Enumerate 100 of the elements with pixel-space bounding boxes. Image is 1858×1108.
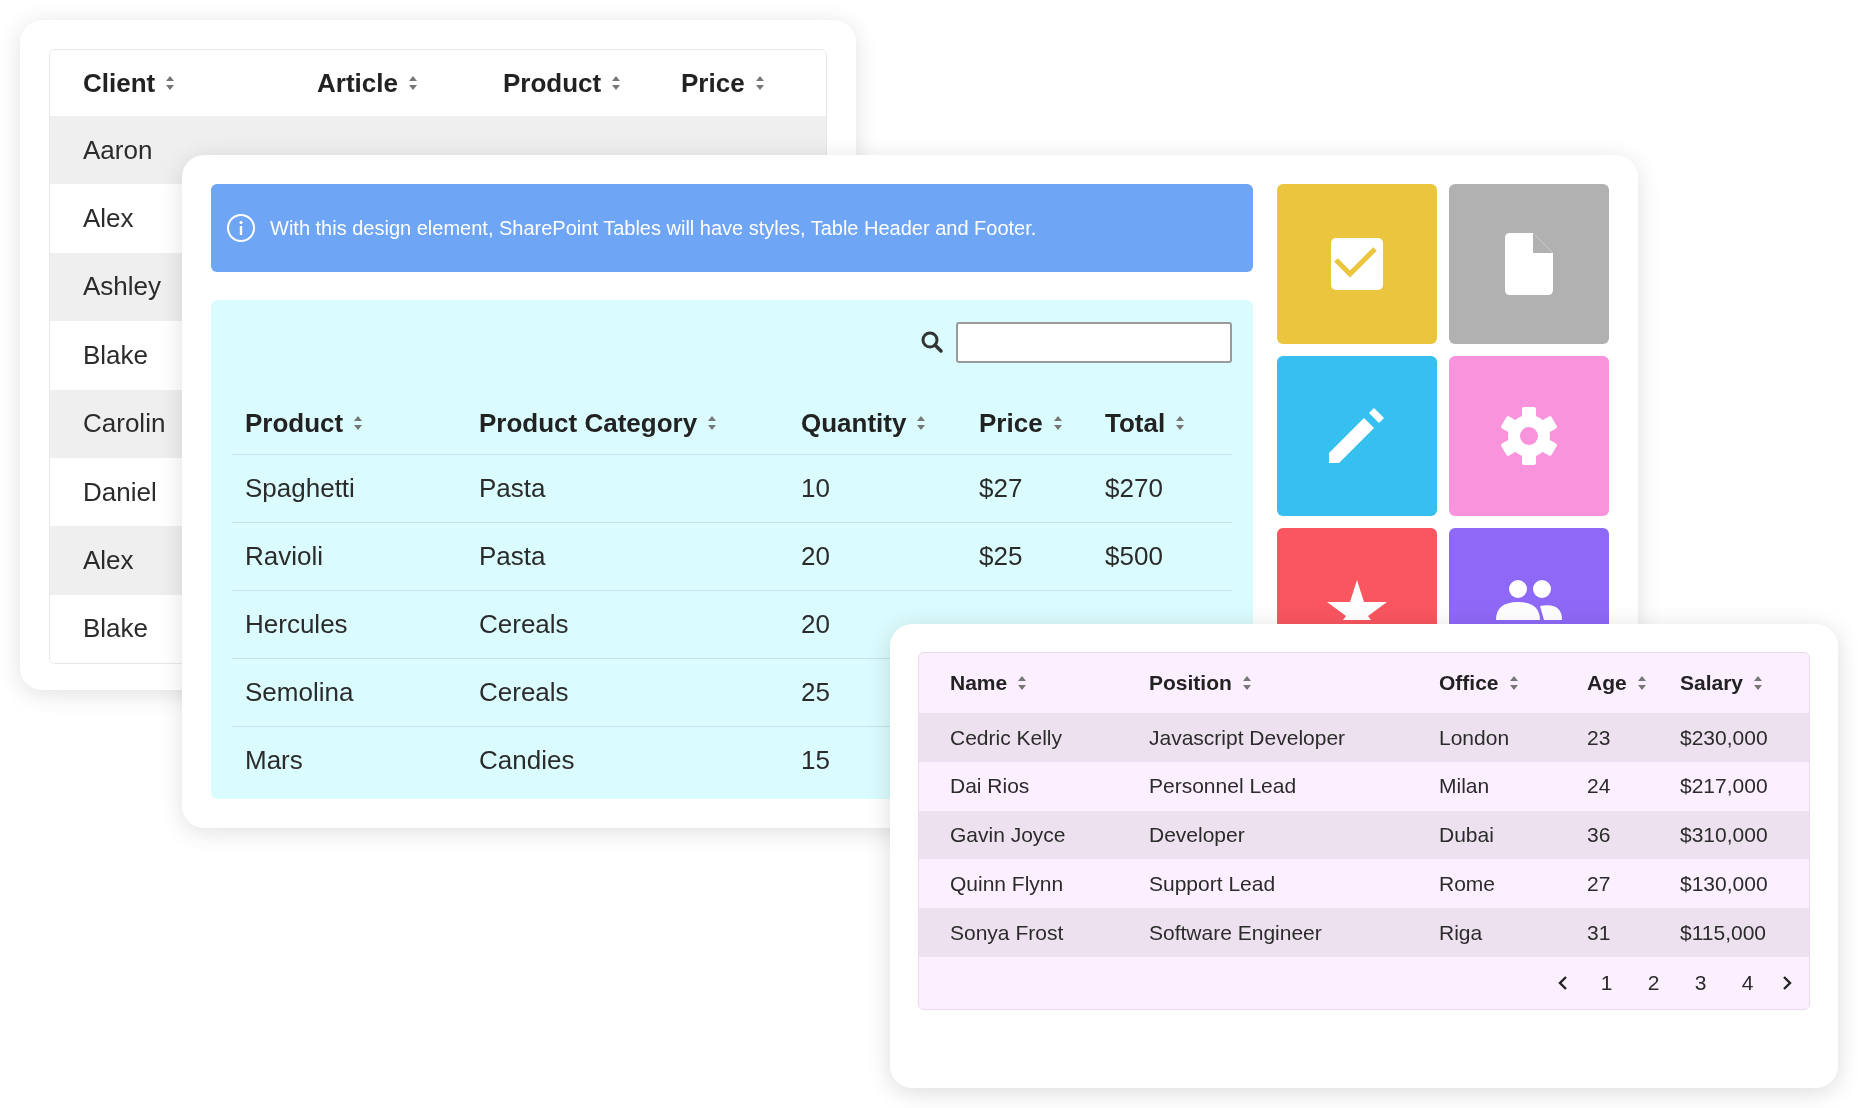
column-header[interactable]: Office (1439, 667, 1499, 699)
table-cell-text: Quinn Flynn (950, 871, 1064, 898)
column-header[interactable]: Client (83, 63, 156, 103)
table-cell-text: 20 (801, 539, 830, 573)
table-cell-text: 31 (1587, 919, 1611, 946)
table-cell-text: Dubai (1439, 822, 1494, 849)
column-header[interactable]: Article (317, 63, 398, 103)
sort-icon (1241, 675, 1252, 691)
table-cell-text: $270 (1105, 471, 1163, 505)
table-cell-text: Personnel Lead (1149, 773, 1297, 800)
table-cell-text: Dai Rios (950, 773, 1030, 800)
table-cell-text: Support Lead (1149, 871, 1276, 898)
table-cell-text: Cereals (479, 675, 569, 709)
checkbox-icon (1329, 236, 1385, 292)
next-page-icon[interactable] (1781, 975, 1793, 991)
table-cell-text: 36 (1587, 822, 1611, 849)
sort-icon (1017, 675, 1028, 691)
table-cell-text: 25 (801, 675, 830, 709)
column-header[interactable]: Price (681, 63, 745, 103)
table-cell-text: $27 (979, 471, 1023, 505)
column-header[interactable]: Total (1105, 403, 1166, 443)
table-cell-text: Blake (83, 338, 149, 372)
search-icon (920, 330, 944, 355)
table-cell-text: Pasta (479, 539, 546, 573)
column-header[interactable]: Product Category (479, 403, 698, 443)
table-cell-text: Alex (83, 544, 134, 578)
sort-icon (165, 75, 176, 91)
column-header[interactable]: Product (503, 63, 602, 103)
table-cell-text: $500 (1105, 539, 1163, 573)
sort-icon (1052, 415, 1063, 432)
table-cell-text: $217,000 (1680, 773, 1768, 800)
sort-icon (1175, 415, 1186, 432)
table-cell-text: Semolina (245, 675, 354, 709)
table-cell-text: $25 (979, 539, 1023, 573)
table-cell-text: Rome (1439, 871, 1496, 898)
sort-icon (1508, 675, 1519, 691)
table-cell-text: Milan (1439, 773, 1490, 800)
column-header[interactable]: Name (950, 667, 1008, 699)
table-cell-text: Aaron (83, 133, 153, 167)
table-cell-text: Riga (1439, 919, 1483, 946)
sort-icon (353, 415, 364, 432)
table-cell-text: London (1439, 724, 1510, 751)
table-cell-text: Carolin (83, 407, 166, 441)
tile-button[interactable] (1449, 528, 1609, 624)
table-cell-text: $130,000 (1680, 871, 1768, 898)
table-cell-text: Alex (83, 202, 134, 236)
column-header[interactable]: Age (1587, 667, 1627, 699)
info-icon (226, 212, 256, 243)
table-cell-text: Hercules (245, 607, 348, 641)
column-header[interactable]: Salary (1680, 667, 1744, 699)
tile-button[interactable] (1277, 528, 1437, 624)
sort-icon (754, 75, 765, 91)
table-cell-text: Javascript Developer (1149, 724, 1346, 751)
previous-page-icon[interactable] (1557, 975, 1569, 991)
table-cell-text: Daniel (83, 475, 157, 509)
star-icon (1327, 580, 1387, 620)
table-cell-text: 15 (801, 744, 830, 778)
page-link[interactable]: 2 (1630, 967, 1677, 999)
table-cell-text: $230,000 (1680, 724, 1768, 751)
people-icon (1496, 580, 1562, 620)
file-icon (1505, 233, 1553, 295)
table-cell-text: 24 (1587, 773, 1611, 800)
tile-button[interactable] (1449, 184, 1609, 344)
table-cell-text: 20 (801, 607, 830, 641)
table-cell-text: Cedric Kelly (950, 724, 1063, 751)
column-header[interactable]: Price (979, 403, 1043, 443)
column-header[interactable]: Product (245, 403, 344, 443)
table-cell-text: Developer (1149, 822, 1245, 849)
table-cell-text: Candies (479, 744, 575, 778)
tile-button[interactable] (1449, 356, 1609, 516)
column-header[interactable]: Position (1149, 667, 1232, 699)
gear-icon (1500, 407, 1558, 465)
search-field[interactable] (956, 321, 1232, 363)
table-cell-text: Pasta (479, 471, 546, 505)
table-cell-text: Spaghetti (245, 471, 355, 505)
table-cell-text: Blake (83, 612, 149, 646)
table-cell-text: Ravioli (245, 539, 324, 573)
table-cell-text: Software Engineer (1149, 919, 1322, 946)
table-cell-text: $115,000 (1680, 919, 1767, 946)
info-text: With this design element, SharePoint Tables will have styles, Table Header and Footer. (270, 215, 1037, 241)
page-link[interactable]: 4 (1724, 967, 1771, 999)
sort-icon (1636, 675, 1647, 691)
page-link[interactable]: 3 (1677, 967, 1724, 999)
table-cell-text: 10 (801, 471, 830, 505)
table-cell-text: $310,000 (1680, 822, 1768, 849)
table-cell-text: 23 (1587, 724, 1611, 751)
sort-icon (707, 415, 718, 432)
column-header[interactable]: Quantity (801, 403, 907, 443)
table-cell-text: Gavin Joyce (950, 822, 1066, 849)
page-link[interactable]: 1 (1583, 967, 1630, 999)
table-cell-text: Sonya Frost (950, 919, 1064, 946)
pencil-icon (1329, 408, 1385, 464)
sort-icon (407, 75, 418, 91)
table-cell-text: 27 (1587, 871, 1611, 898)
table-cell-text: Cereals (479, 607, 569, 641)
tile-button[interactable] (1277, 184, 1437, 344)
sort-icon (1753, 675, 1764, 691)
sort-icon (916, 415, 927, 432)
tile-button[interactable] (1277, 356, 1437, 516)
table-cell-text: Ashley (83, 270, 162, 304)
